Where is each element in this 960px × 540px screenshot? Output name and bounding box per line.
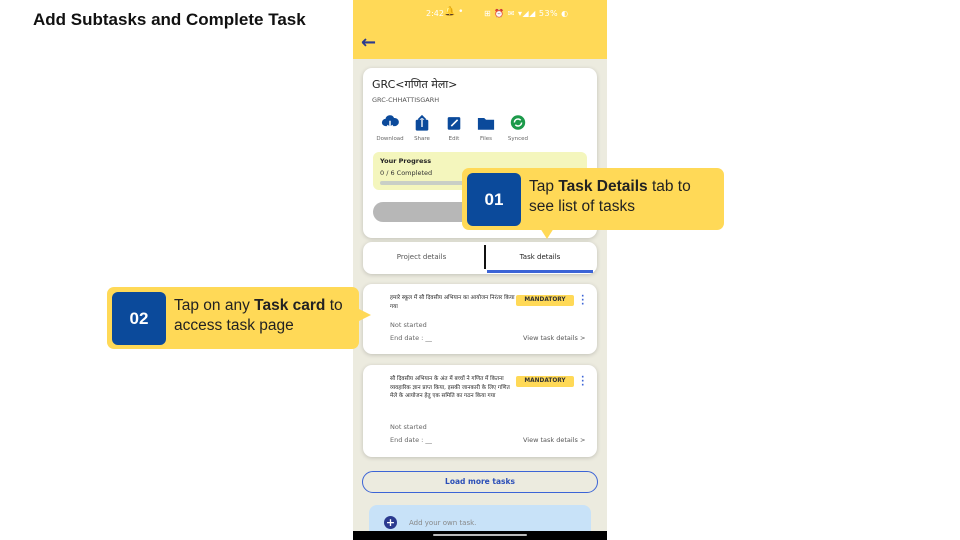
share-label: Share <box>414 136 430 142</box>
home-handle[interactable] <box>433 534 527 536</box>
phone-screen: 2:42 🔔 • ⊞ ⏰ ✉ ▾◢◢ 53% ◐ ← GRC<गणित मेला… <box>353 0 607 540</box>
files-label: Files <box>479 136 493 142</box>
view-task-details-link[interactable]: View task details > <box>523 436 585 444</box>
progress-value: 0 / 6 Completed <box>380 169 433 177</box>
callout-pointer <box>540 228 554 239</box>
add-task-label: Add your own task. <box>409 519 477 527</box>
task-card[interactable]: सौ दिवसीय अभियान के अंत में बच्चों ने गण… <box>363 365 597 457</box>
synced-label: Synced <box>507 136 529 142</box>
tab-divider <box>484 245 486 269</box>
files-button[interactable]: Files <box>471 114 501 142</box>
tab-task-details[interactable]: Task details <box>487 242 593 274</box>
slide: Add Subtasks and Complete Task 2:42 🔔 • … <box>0 0 960 540</box>
view-task-details-link[interactable]: View task details > <box>523 334 585 342</box>
download-button[interactable]: Download <box>375 114 405 142</box>
tab-active-indicator <box>487 270 593 273</box>
tab-task-label: Task details <box>519 253 561 261</box>
callout-text: Tap Task Details tab to see list of task… <box>529 178 691 215</box>
task-end-date: End date : __ <box>390 334 432 342</box>
callout-02: 02 Tap on any Task card to access task p… <box>107 287 371 349</box>
tab-bar: Project details Task details <box>363 242 597 274</box>
tab-project-details[interactable]: Project details <box>363 242 480 274</box>
task-status: Not started <box>390 321 427 329</box>
task-title: सौ दिवसीय अभियान के अंत में बच्चों ने गण… <box>390 376 510 400</box>
task-title: हमारे स्कूल में सौ दिवसीय अभियान का आयोज… <box>390 295 515 310</box>
plus-icon: + <box>384 516 397 529</box>
callout-text: Tap on any Task card to access task page <box>174 297 343 334</box>
status-bar: 2:42 🔔 • ⊞ ⏰ ✉ ▾◢◢ 53% ◐ <box>353 0 607 26</box>
callout-01: 01 Tap Task Details tab to see list of t… <box>462 168 724 239</box>
cloud-download-icon <box>381 115 399 129</box>
callout-number: 02 <box>112 292 166 345</box>
callout-pointer <box>357 308 371 322</box>
kebab-menu-icon[interactable]: · · · <box>581 374 584 391</box>
mandatory-badge: MANDATORY <box>516 295 574 306</box>
mandatory-badge: MANDATORY <box>516 376 574 387</box>
share-icon <box>415 114 429 131</box>
kebab-menu-icon[interactable]: · · · <box>581 293 584 310</box>
download-label: Download <box>376 136 404 142</box>
synced-button[interactable]: Synced <box>503 114 533 142</box>
status-time: 2:42 <box>426 9 444 18</box>
project-actions: Download Share Edit Files Synced <box>375 114 545 144</box>
edit-button[interactable]: Edit <box>439 114 469 142</box>
share-button[interactable]: Share <box>407 114 437 142</box>
callout-number: 01 <box>467 173 521 226</box>
edit-icon <box>447 117 461 130</box>
bell-icon: 🔔 • <box>444 7 464 17</box>
slide-title: Add Subtasks and Complete Task <box>33 10 306 29</box>
arrow-left-icon[interactable]: ← <box>361 32 376 53</box>
project-title: GRC<गणित मेला> <box>372 78 458 91</box>
folder-icon <box>477 118 495 130</box>
task-status: Not started <box>390 423 427 431</box>
project-subtitle: GRC-CHHATTISGARH <box>372 96 440 104</box>
load-more-button[interactable]: Load more tasks <box>362 471 598 493</box>
sync-icon <box>510 115 526 130</box>
progress-label: Your Progress <box>380 157 432 165</box>
status-icons: ⊞ ⏰ ✉ ▾◢◢ 53% ◐ <box>484 9 569 18</box>
edit-label: Edit <box>448 136 460 142</box>
task-card[interactable]: हमारे स्कूल में सौ दिवसीय अभियान का आयोज… <box>363 284 597 354</box>
app-bar: ← <box>353 26 607 59</box>
nav-bar <box>353 531 607 540</box>
task-end-date: End date : __ <box>390 436 432 444</box>
